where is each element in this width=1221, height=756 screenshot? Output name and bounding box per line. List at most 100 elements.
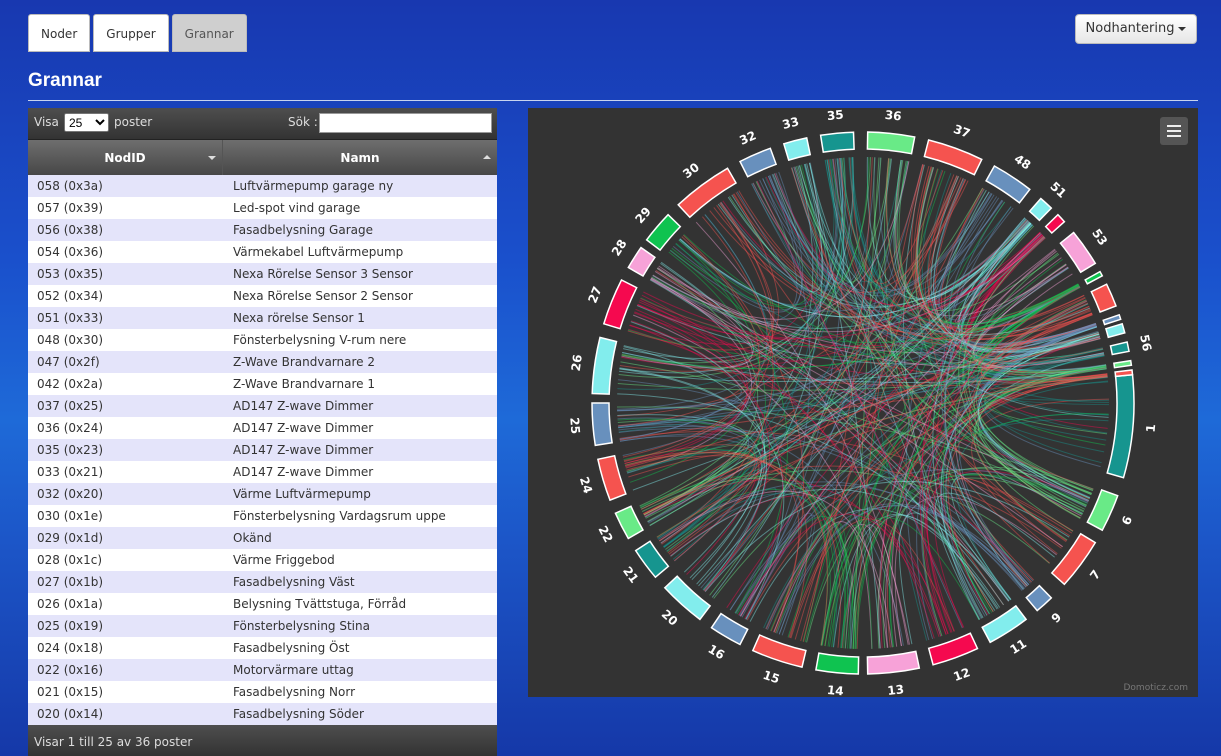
- node-arc[interactable]: [1050, 532, 1097, 586]
- node-arc[interactable]: [815, 652, 860, 675]
- node-label: 22: [595, 524, 615, 545]
- node-arc[interactable]: [1044, 213, 1066, 235]
- table-row[interactable]: 042 (0x2a) Z-Wave Brandvarnare 1: [28, 373, 497, 395]
- node-arc[interactable]: [1028, 197, 1053, 222]
- node-arc[interactable]: [782, 137, 812, 162]
- table-row[interactable]: 036 (0x24) AD147 Z-wave Dimmer: [28, 417, 497, 439]
- node-arc[interactable]: [1109, 341, 1130, 356]
- node-arc[interactable]: [614, 505, 645, 540]
- cell-nodid: 032 (0x20): [37, 487, 104, 501]
- node-arc[interactable]: [1114, 369, 1134, 378]
- cell-name: Fasadbelysning Söder: [233, 707, 364, 721]
- cell-name: Fasadbelysning Väst: [233, 575, 355, 589]
- node-arc[interactable]: [627, 246, 656, 278]
- table-row[interactable]: 052 (0x34) Nexa Rörelse Sensor 2 Sensor: [28, 285, 497, 307]
- node-management-dropdown[interactable]: Nodhantering: [1075, 14, 1197, 44]
- cell-name: Fönsterbelysning V-rum nere: [233, 333, 407, 347]
- node-label: 30: [680, 160, 702, 181]
- table-row[interactable]: 057 (0x39) Led-spot vind garage: [28, 197, 497, 219]
- cell-nodid: 052 (0x34): [37, 289, 104, 303]
- node-label: 36: [884, 108, 902, 123]
- column-header-namn[interactable]: Namn: [223, 140, 497, 175]
- node-arc[interactable]: [1090, 283, 1117, 313]
- node-arc[interactable]: [1113, 359, 1133, 369]
- table-row[interactable]: 051 (0x33) Nexa rörelse Sensor 1: [28, 307, 497, 329]
- node-arc[interactable]: [591, 336, 618, 395]
- node-label: 16: [706, 642, 727, 663]
- table-row[interactable]: 028 (0x1c) Värme Friggebod: [28, 549, 497, 571]
- table-row[interactable]: 022 (0x16) Motorvärmare uttag: [28, 659, 497, 681]
- node-label: 53: [1089, 226, 1110, 248]
- table-row[interactable]: 021 (0x15) Fasadbelysning Norr: [28, 681, 497, 703]
- divider: [28, 100, 1198, 101]
- table-row[interactable]: 026 (0x1a) Belysning Tvättstuga, Förråd: [28, 593, 497, 615]
- tab-grupper[interactable]: Grupper: [93, 14, 169, 52]
- cell-name: Belysning Tvättstuga, Förråd: [233, 597, 407, 611]
- node-arc[interactable]: [866, 131, 916, 155]
- search-input[interactable]: [319, 113, 492, 133]
- node-management-label: Nodhantering: [1085, 21, 1175, 36]
- node-arc[interactable]: [1084, 270, 1104, 285]
- table-body: 058 (0x3a) Luftvärmepump garage ny 057 (0x…: [28, 175, 497, 725]
- neighbors-table: Visa 25 poster Sök : NodID Namn 058 (0x3…: [28, 108, 497, 756]
- node-arc[interactable]: [1106, 373, 1135, 479]
- chart-menu-button[interactable]: [1160, 117, 1188, 145]
- node-arc[interactable]: [866, 650, 921, 675]
- node-arc[interactable]: [1059, 231, 1097, 274]
- table-row[interactable]: 029 (0x1d) Okänd: [28, 527, 497, 549]
- page-size-select[interactable]: 25: [64, 113, 109, 132]
- table-row[interactable]: 020 (0x14) Fasadbelysning Söder: [28, 703, 497, 725]
- cell-nodid: 058 (0x3a): [37, 179, 103, 193]
- table-row[interactable]: 024 (0x18) Fasadbelysning Öst: [28, 637, 497, 659]
- node-arc[interactable]: [597, 454, 627, 502]
- tab-noder[interactable]: Noder: [28, 14, 91, 52]
- node-arc[interactable]: [738, 147, 778, 178]
- node-arc[interactable]: [645, 213, 682, 252]
- tab-grannar[interactable]: Grannar: [171, 14, 247, 52]
- column-header-nodid[interactable]: NodID: [28, 140, 223, 175]
- node-arc[interactable]: [591, 402, 613, 447]
- table-row[interactable]: 056 (0x38) Fasadbelysning Garage: [28, 219, 497, 241]
- node-arc[interactable]: [927, 632, 979, 666]
- node-label: 27: [585, 284, 604, 305]
- table-row[interactable]: 033 (0x21) AD147 Z-wave Dimmer: [28, 461, 497, 483]
- table-toolbar: Visa 25 poster Sök :: [28, 108, 497, 139]
- node-label: 32: [737, 128, 758, 147]
- node-label: 24: [577, 475, 595, 495]
- table-row[interactable]: 035 (0x23) AD147 Z-wave Dimmer: [28, 439, 497, 461]
- node-label: 56: [1137, 333, 1154, 352]
- table-row[interactable]: 054 (0x36) Värmekabel Luftvärmepump: [28, 241, 497, 263]
- cell-nodid: 042 (0x2a): [37, 377, 103, 391]
- entries-label: poster: [114, 115, 153, 129]
- cell-name: AD147 Z-wave Dimmer: [233, 399, 374, 413]
- show-label: Visa: [34, 115, 59, 129]
- table-row[interactable]: 037 (0x25) AD147 Z-wave Dimmer: [28, 395, 497, 417]
- cell-nodid: 057 (0x39): [37, 201, 104, 215]
- node-arc[interactable]: [1086, 488, 1119, 532]
- node-arc[interactable]: [751, 634, 807, 668]
- menu-icon-bar: [1167, 125, 1181, 127]
- table-row[interactable]: 047 (0x2f) Z-Wave Brandvarnare 2: [28, 351, 497, 373]
- node-arc[interactable]: [1104, 322, 1126, 339]
- table-row[interactable]: 032 (0x20) Värme Luftvärmepump: [28, 483, 497, 505]
- node-arc[interactable]: [1102, 313, 1122, 326]
- node-label: 28: [609, 237, 630, 259]
- table-row[interactable]: 048 (0x30) Fönsterbelysning V-rum nere: [28, 329, 497, 351]
- node-arc[interactable]: [819, 131, 855, 153]
- table-row[interactable]: 058 (0x3a) Luftvärmepump garage ny: [28, 175, 497, 197]
- node-arc[interactable]: [710, 612, 749, 646]
- node-label: 14: [826, 683, 844, 697]
- column-header-label: Namn: [340, 150, 380, 165]
- node-label: 7: [1087, 567, 1103, 582]
- cell-nodid: 036 (0x24): [37, 421, 104, 435]
- table-row[interactable]: 025 (0x19) Fönsterbelysning Stina: [28, 615, 497, 637]
- node-arc[interactable]: [1025, 584, 1053, 612]
- table-row[interactable]: 027 (0x1b) Fasadbelysning Väst: [28, 571, 497, 593]
- cell-name: Fasadbelysning Öst: [233, 641, 350, 655]
- cell-nodid: 027 (0x1b): [37, 575, 104, 589]
- node-label: 25: [567, 417, 582, 435]
- table-row[interactable]: 030 (0x1e) Fönsterbelysning Vardagsrum up…: [28, 505, 497, 527]
- cell-name: Värme Luftvärmepump: [233, 487, 371, 501]
- table-row[interactable]: 053 (0x35) Nexa Rörelse Sensor 3 Sensor: [28, 263, 497, 285]
- cell-nodid: 028 (0x1c): [37, 553, 103, 567]
